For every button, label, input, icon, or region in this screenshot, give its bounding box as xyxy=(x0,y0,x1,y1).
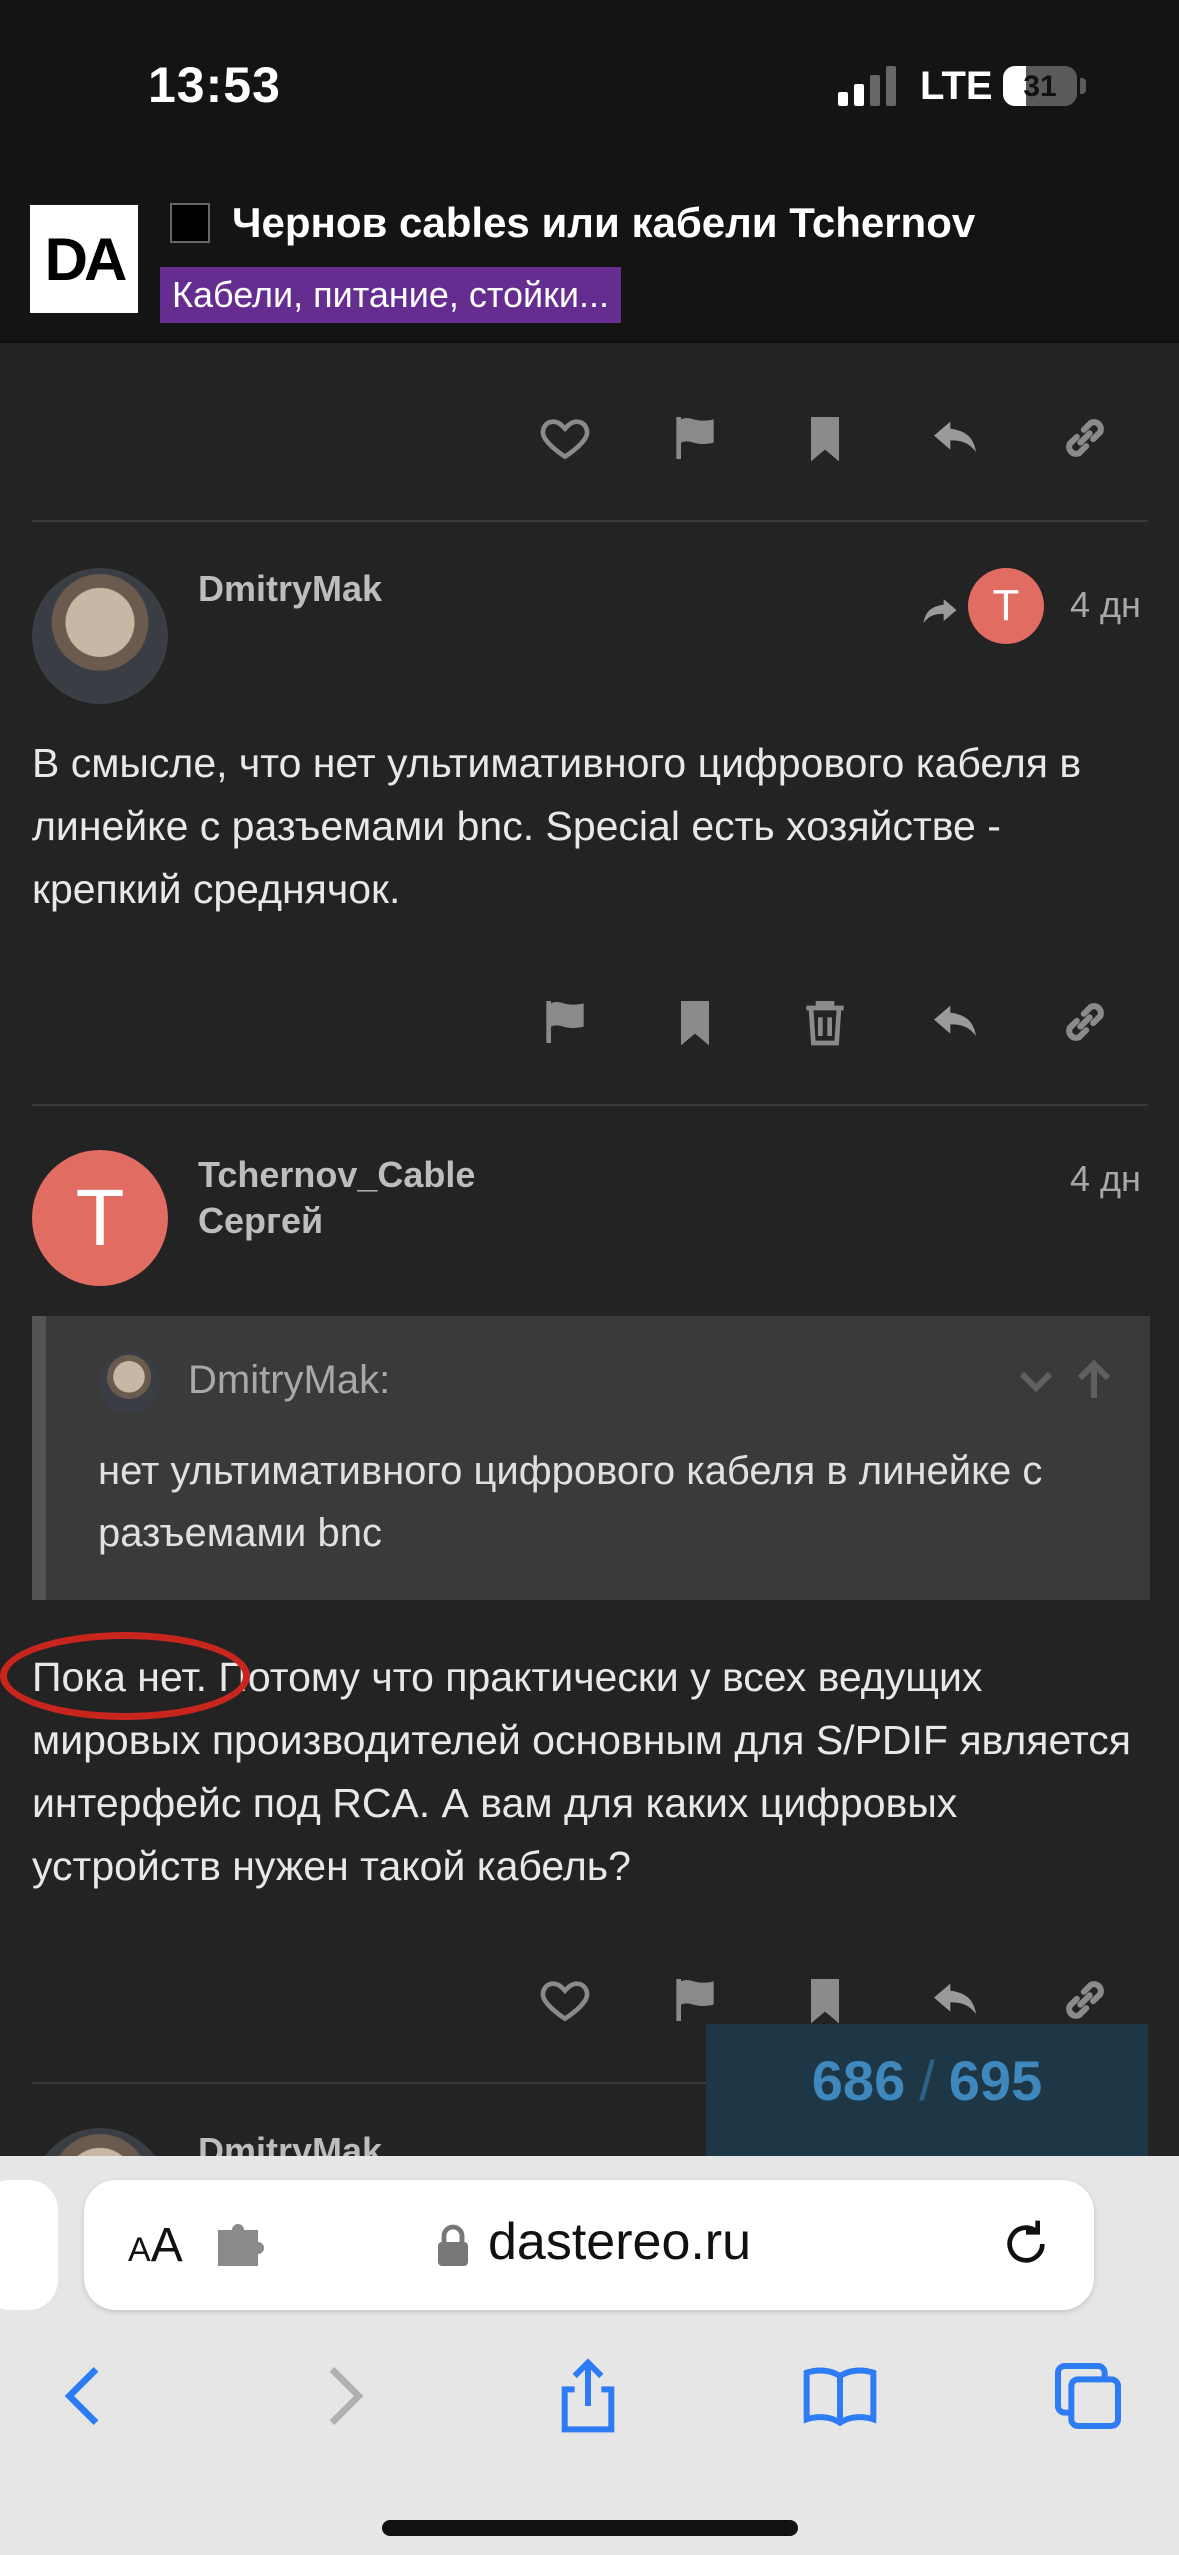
address-bar[interactable]: AA dastereo.ru xyxy=(84,2180,1094,2310)
link-icon xyxy=(1066,1003,1104,1041)
bookmarks-icon[interactable] xyxy=(800,2356,880,2436)
battery-level: 31 xyxy=(1023,70,1057,103)
link-icon xyxy=(1066,1981,1104,2019)
reply-to-arrow-icon xyxy=(923,599,957,623)
post-actions xyxy=(0,982,1179,1062)
battery-icon: 31 xyxy=(1003,66,1077,106)
link-button[interactable] xyxy=(1045,398,1125,478)
post-divider xyxy=(32,520,1148,522)
flag-button[interactable] xyxy=(655,398,735,478)
signal-icon xyxy=(838,66,896,106)
link-icon xyxy=(1066,419,1104,457)
lock-icon xyxy=(438,2224,468,2266)
home-indicator[interactable] xyxy=(382,2520,798,2536)
quote-avatar xyxy=(98,1352,160,1414)
avatar[interactable]: T xyxy=(32,1150,168,1286)
post-divider xyxy=(32,1104,1148,1106)
category-badge[interactable]: Кабели, питание, стойки... xyxy=(160,267,621,323)
post-date[interactable]: 4 дн xyxy=(1070,584,1141,626)
post-username[interactable]: DmitryMak xyxy=(198,568,382,610)
quote-text: нет ультимативного цифрового кабеля в ли… xyxy=(98,1449,1043,1555)
progress-current: 686 xyxy=(811,2049,906,2112)
trash-icon xyxy=(806,1001,844,1046)
reply-to-avatar[interactable]: T xyxy=(968,568,1044,644)
network-label: LTE xyxy=(920,64,993,108)
quote-block: DmitryMak: нет ультимативного цифрового … xyxy=(32,1316,1150,1600)
avatar[interactable] xyxy=(32,568,168,704)
like-button[interactable] xyxy=(525,398,605,478)
bookmark-button[interactable] xyxy=(655,982,735,1062)
progress-total: 695 xyxy=(948,2049,1043,2112)
chevron-down-icon[interactable] xyxy=(1012,1356,1060,1404)
bookmark-icon xyxy=(811,1979,839,2024)
reply-button[interactable] xyxy=(915,982,995,1062)
reply-button[interactable] xyxy=(915,398,995,478)
highlight-annotation xyxy=(0,1632,250,1720)
flag-icon xyxy=(676,1979,714,2021)
status-bar: 13:53 LTE 31 xyxy=(0,0,1179,175)
site-header: DA Чернов cables или кабели Tchernov Каб… xyxy=(0,175,1179,343)
flag-button[interactable] xyxy=(525,982,605,1062)
post-full-name: Сергей xyxy=(198,1200,324,1241)
reply-icon xyxy=(934,1005,976,1036)
bookmark-icon xyxy=(811,417,839,462)
heart-icon xyxy=(540,419,590,460)
battery-tip xyxy=(1080,78,1086,94)
extension-icon[interactable] xyxy=(214,2222,266,2268)
link-button[interactable] xyxy=(1045,982,1125,1062)
post-date[interactable]: 4 дн xyxy=(1070,1158,1141,1200)
post-username[interactable]: Tchernov_Cable xyxy=(198,1154,475,1196)
arrow-up-icon[interactable] xyxy=(1070,1356,1118,1404)
back-icon[interactable] xyxy=(46,2356,126,2436)
progress-separator: / xyxy=(919,2049,935,2112)
site-logo[interactable]: DA xyxy=(30,205,138,313)
delete-button[interactable] xyxy=(785,982,865,1062)
aa-small-letter: A xyxy=(128,2231,151,2269)
browser-chrome: AA dastereo.ru xyxy=(0,2156,1179,2555)
quote-author: DmitryMak: xyxy=(188,1358,391,1402)
reader-settings-button[interactable]: AA xyxy=(128,2218,183,2273)
clock: 13:53 xyxy=(148,57,281,113)
flag-icon xyxy=(546,1001,584,1043)
flag-icon xyxy=(676,417,714,459)
tabs-icon[interactable] xyxy=(1048,2356,1128,2436)
bookmark-icon xyxy=(681,1001,709,1046)
aa-large-letter: A xyxy=(150,2219,183,2272)
reload-icon[interactable] xyxy=(998,2216,1054,2272)
topic-progress[interactable]: 686 / 695 xyxy=(706,2024,1148,2164)
reply-icon xyxy=(934,1983,976,2014)
previous-tab-preview[interactable] xyxy=(0,2180,58,2310)
url-text[interactable]: dastereo.ru xyxy=(488,2212,751,2272)
post-actions-top xyxy=(0,398,1179,478)
heart-icon xyxy=(540,1981,590,2022)
bookmark-button[interactable] xyxy=(785,398,865,478)
like-button[interactable] xyxy=(525,1960,605,2040)
share-icon[interactable] xyxy=(548,2356,628,2436)
post-body: В смысле, что нет ультимативного цифрово… xyxy=(32,740,1082,912)
topic-status-icon xyxy=(170,203,210,243)
reply-icon xyxy=(934,421,976,452)
topic-title[interactable]: Чернов cables или кабели Tchernov xyxy=(232,199,975,247)
forward-icon[interactable] xyxy=(302,2356,382,2436)
